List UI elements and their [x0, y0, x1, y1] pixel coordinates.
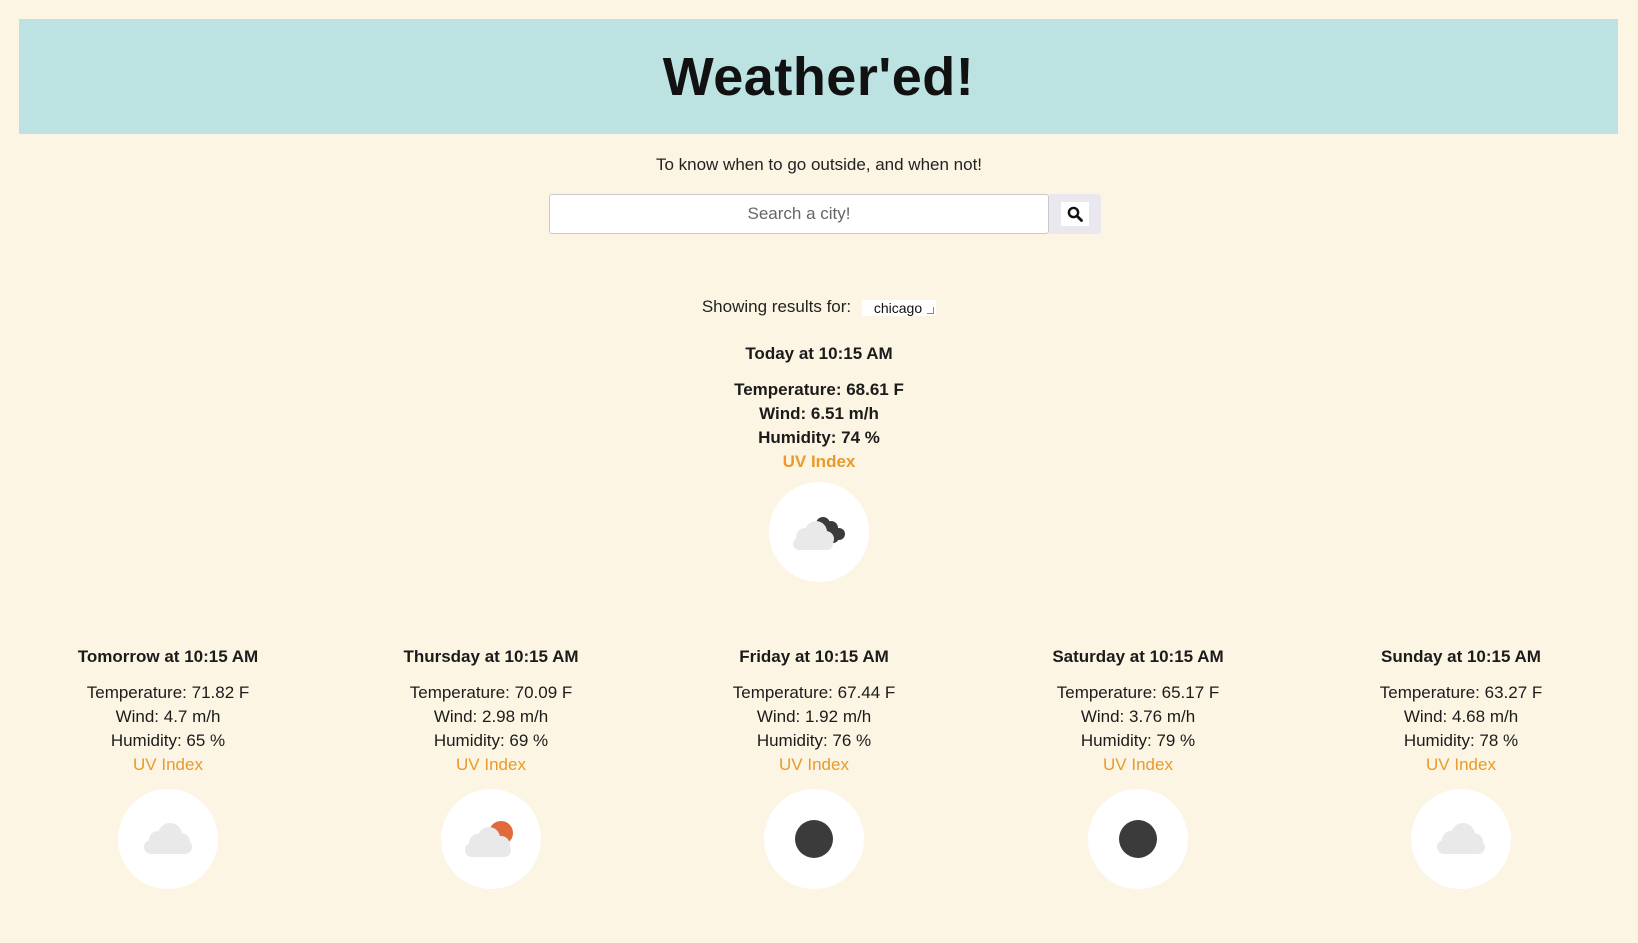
- forecast-humidity: Humidity: 65 %: [110, 731, 226, 750]
- today-humidity: Humidity: 74 %: [758, 428, 880, 447]
- cloud-sun-icon: [441, 789, 541, 889]
- forecast-uv-index-link[interactable]: UV Index: [28, 753, 308, 777]
- forecast-wind: Wind: 2.98 m/h: [433, 707, 549, 726]
- results-line: Showing results for: chicago: [0, 297, 1638, 317]
- today-wind: Wind: 6.51 m/h: [759, 404, 879, 423]
- forecast-card: Friday at 10:15 AM Temperature: 67.44 F …: [674, 647, 954, 889]
- forecast-day-title: Friday at 10:15 AM: [739, 647, 889, 666]
- cloud-icon: [118, 789, 218, 889]
- forecast-wind: Wind: 4.68 m/h: [1403, 707, 1519, 726]
- forecast-wind: Wind: 1.92 m/h: [756, 707, 872, 726]
- forecast-temperature: Temperature: 63.27 F: [1379, 683, 1543, 702]
- forecast-day-title: Tomorrow at 10:15 AM: [77, 647, 259, 666]
- search-input[interactable]: [549, 194, 1049, 234]
- forecast-uv-index-link[interactable]: UV Index: [674, 753, 954, 777]
- today-temperature: Temperature: 68.61 F: [734, 380, 904, 399]
- forecast-humidity: Humidity: 78 %: [1403, 731, 1519, 750]
- forecast-uv-index-link[interactable]: UV Index: [351, 753, 631, 777]
- cloud-moon-icon: [769, 482, 869, 582]
- site-header: Weather'ed!: [19, 19, 1618, 134]
- forecast-temperature: Temperature: 67.44 F: [732, 683, 896, 702]
- moon-icon: [764, 789, 864, 889]
- forecast-day-title: Sunday at 10:15 AM: [1381, 647, 1541, 666]
- forecast-temperature: Temperature: 71.82 F: [86, 683, 250, 702]
- forecast-uv-index-link[interactable]: UV Index: [998, 753, 1278, 777]
- forecast-day-title: Saturday at 10:15 AM: [1052, 647, 1224, 666]
- forecast-card: Saturday at 10:15 AM Temperature: 65.17 …: [998, 647, 1278, 889]
- cloud-icon: [1411, 789, 1511, 889]
- five-day-forecast: Tomorrow at 10:15 AM Temperature: 71.82 …: [0, 647, 1638, 907]
- forecast-wind: Wind: 3.76 m/h: [1080, 707, 1196, 726]
- search-button[interactable]: [1049, 194, 1101, 234]
- forecast-temperature: Temperature: 65.17 F: [1056, 683, 1220, 702]
- forecast-humidity: Humidity: 76 %: [756, 731, 872, 750]
- moon-icon: [1088, 789, 1188, 889]
- search-bar: [549, 194, 1101, 234]
- search-icon: [1061, 202, 1089, 226]
- forecast-card: Thursday at 10:15 AM Temperature: 70.09 …: [351, 647, 631, 889]
- forecast-wind: Wind: 4.7 m/h: [115, 707, 221, 726]
- today-title: Today at 10:15 AM: [745, 344, 893, 363]
- tagline: To know when to go outside, and when not…: [655, 155, 983, 174]
- page-title: Weather'ed!: [662, 46, 975, 107]
- today-uv-index-link[interactable]: UV Index: [0, 450, 1638, 474]
- results-city-field[interactable]: chicago: [861, 299, 937, 316]
- forecast-humidity: Humidity: 69 %: [433, 731, 549, 750]
- forecast-temperature: Temperature: 70.09 F: [409, 683, 573, 702]
- today-weather: Today at 10:15 AM Temperature: 68.61 F W…: [0, 344, 1638, 582]
- forecast-card: Sunday at 10:15 AM Temperature: 63.27 F …: [1321, 647, 1601, 889]
- forecast-card: Tomorrow at 10:15 AM Temperature: 71.82 …: [28, 647, 308, 889]
- results-label: Showing results for:: [701, 297, 852, 316]
- forecast-day-title: Thursday at 10:15 AM: [403, 647, 579, 666]
- forecast-uv-index-link[interactable]: UV Index: [1321, 753, 1601, 777]
- forecast-humidity: Humidity: 79 %: [1080, 731, 1196, 750]
